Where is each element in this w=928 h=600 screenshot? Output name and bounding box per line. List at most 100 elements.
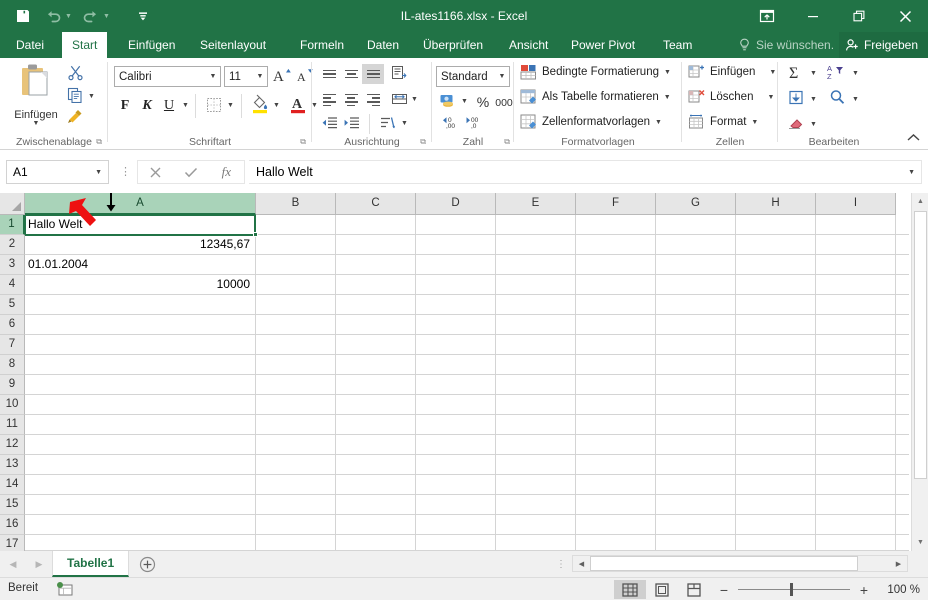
select-all-button[interactable] bbox=[0, 193, 25, 215]
clear-dropdown-icon[interactable]: ▼ bbox=[810, 121, 817, 128]
tab-team[interactable]: Team bbox=[653, 32, 702, 58]
find-select-button[interactable] bbox=[825, 88, 849, 110]
undo-icon[interactable] bbox=[38, 1, 68, 31]
normal-view-icon[interactable] bbox=[614, 580, 646, 599]
fill-color-button[interactable] bbox=[248, 93, 272, 117]
restore-icon[interactable] bbox=[836, 0, 882, 32]
tell-me-input[interactable]: Sie wünschen. bbox=[756, 32, 834, 58]
column-header-G[interactable]: G bbox=[656, 193, 736, 215]
cell-A2[interactable]: 12345,67 bbox=[25, 235, 253, 254]
column-header-D[interactable]: D bbox=[416, 193, 496, 215]
cell-A3[interactable]: 01.01.2004 bbox=[25, 255, 253, 274]
row-header-14[interactable]: 14 bbox=[0, 475, 25, 495]
row-header-8[interactable]: 8 bbox=[0, 355, 25, 375]
scroll-up-icon[interactable]: ▲ bbox=[912, 193, 928, 210]
tab-seitenlayout[interactable]: Seitenlayout bbox=[190, 32, 276, 58]
font-name-combo[interactable]: Calibri ▼ bbox=[114, 66, 221, 87]
align-right-button[interactable] bbox=[362, 90, 384, 110]
scroll-down-icon[interactable]: ▼ bbox=[912, 534, 928, 551]
underline-button[interactable]: U bbox=[158, 95, 180, 117]
vertical-scrollbar[interactable]: ▲ ▼ bbox=[911, 193, 928, 551]
column-header-I[interactable]: I bbox=[816, 193, 896, 215]
insert-cells-dropdown-icon[interactable]: ▼ bbox=[769, 69, 776, 76]
row-header-16[interactable]: 16 bbox=[0, 515, 25, 535]
delete-cells-dropdown-icon[interactable]: ▼ bbox=[767, 94, 774, 101]
orientation-button[interactable] bbox=[388, 63, 410, 85]
merge-cells-dropdown-icon[interactable]: ▼ bbox=[411, 96, 418, 103]
font-size-combo[interactable]: 11 ▼ bbox=[224, 66, 268, 87]
conditional-formatting-dropdown-icon[interactable]: ▼ bbox=[664, 69, 671, 76]
zoom-slider-thumb[interactable] bbox=[790, 583, 793, 596]
column-header-A[interactable]: A bbox=[25, 193, 256, 215]
cut-button[interactable] bbox=[62, 64, 88, 86]
number-format-dropdown-icon[interactable]: ▼ bbox=[495, 73, 509, 80]
column-header-H[interactable]: H bbox=[736, 193, 816, 215]
bold-button[interactable]: F bbox=[114, 95, 136, 117]
grow-font-button[interactable]: A bbox=[271, 66, 293, 87]
align-left-button[interactable] bbox=[318, 90, 340, 110]
clear-button[interactable] bbox=[784, 114, 808, 134]
decrease-decimal-button[interactable]: 00,0 bbox=[462, 114, 486, 134]
find-select-dropdown-icon[interactable]: ▼ bbox=[852, 96, 859, 103]
fill-color-dropdown-icon[interactable]: ▼ bbox=[273, 102, 280, 109]
number-format-combo[interactable]: Standard ▼ bbox=[436, 66, 510, 87]
save-icon[interactable] bbox=[8, 1, 38, 31]
zoom-in-button[interactable]: + bbox=[858, 582, 870, 598]
format-cells-dropdown-icon[interactable]: ▼ bbox=[751, 119, 758, 126]
decrease-indent-button[interactable] bbox=[318, 114, 340, 134]
hscroll-grip[interactable]: ⋮ bbox=[556, 559, 566, 570]
row-header-4[interactable]: 4 bbox=[0, 275, 25, 295]
alignment-dialog-launcher[interactable]: ⧉ bbox=[420, 137, 426, 147]
autosum-button[interactable]: Σ bbox=[784, 62, 808, 84]
align-top-button[interactable] bbox=[318, 64, 340, 84]
conditional-formatting-button[interactable]: Bedingte Formatierung ▼ bbox=[520, 64, 671, 80]
sort-filter-dropdown-icon[interactable]: ▼ bbox=[852, 70, 859, 77]
font-size-dropdown-icon[interactable]: ▼ bbox=[253, 73, 267, 80]
cell-styles-button[interactable]: Zellenformatvorlagen ▼ bbox=[520, 114, 662, 130]
fill-handle[interactable] bbox=[253, 232, 258, 237]
paste-button[interactable]: Einfügen ▼ bbox=[8, 63, 64, 131]
tab-formeln[interactable]: Formeln bbox=[290, 32, 354, 58]
share-button[interactable]: Freigeben bbox=[838, 32, 928, 58]
align-center-button[interactable] bbox=[340, 90, 362, 110]
row-header-6[interactable]: 6 bbox=[0, 315, 25, 335]
number-dialog-launcher[interactable]: ⧉ bbox=[504, 137, 510, 147]
zoom-level-label[interactable]: 100 % bbox=[878, 584, 920, 596]
confirm-icon[interactable] bbox=[173, 161, 208, 183]
sort-filter-button[interactable]: AZ bbox=[825, 62, 851, 84]
column-header-C[interactable]: C bbox=[336, 193, 416, 215]
row-header-7[interactable]: 7 bbox=[0, 335, 25, 355]
horizontal-scrollbar[interactable]: ◀ ▶ bbox=[572, 555, 908, 572]
row-header-11[interactable]: 11 bbox=[0, 415, 25, 435]
scroll-left-icon[interactable]: ◀ bbox=[573, 556, 590, 571]
row-header-1[interactable]: 1 bbox=[0, 215, 25, 235]
paste-dropdown-icon[interactable]: ▼ bbox=[33, 120, 40, 127]
percent-format-button[interactable]: % bbox=[473, 91, 493, 113]
italic-button[interactable]: K bbox=[136, 95, 158, 117]
borders-button[interactable] bbox=[202, 95, 226, 117]
font-name-dropdown-icon[interactable]: ▼ bbox=[206, 73, 220, 80]
merge-cells-button[interactable] bbox=[388, 89, 410, 111]
tab-ueberpruefen[interactable]: Überprüfen bbox=[413, 32, 493, 58]
font-color-button[interactable]: A bbox=[286, 93, 310, 117]
borders-dropdown-icon[interactable]: ▼ bbox=[227, 102, 234, 109]
fill-button[interactable] bbox=[784, 88, 808, 110]
tab-datei[interactable]: Datei bbox=[6, 32, 54, 58]
name-box[interactable]: A1 ▼ bbox=[6, 160, 109, 184]
formula-bar-grip[interactable]: ⋮ bbox=[120, 165, 131, 178]
increase-decimal-button[interactable]: 0,00 bbox=[438, 114, 462, 134]
close-icon[interactable] bbox=[882, 0, 928, 32]
cell-styles-dropdown-icon[interactable]: ▼ bbox=[655, 119, 662, 126]
redo-dropdown-icon[interactable]: ▼ bbox=[103, 13, 114, 20]
accounting-format-button[interactable] bbox=[436, 91, 460, 113]
row-header-9[interactable]: 9 bbox=[0, 375, 25, 395]
nav-next-icon[interactable]: ▶ bbox=[26, 551, 52, 577]
tab-start[interactable]: Start bbox=[62, 32, 108, 58]
wrap-text-button[interactable] bbox=[376, 113, 400, 135]
tab-einfuegen[interactable]: Einfügen bbox=[118, 32, 185, 58]
format-cells-button[interactable]: Format ▼ bbox=[688, 114, 758, 130]
zoom-slider[interactable] bbox=[738, 580, 850, 599]
tab-daten[interactable]: Daten bbox=[357, 32, 409, 58]
page-break-view-icon[interactable] bbox=[678, 580, 710, 599]
fx-icon[interactable]: fx bbox=[209, 161, 244, 183]
